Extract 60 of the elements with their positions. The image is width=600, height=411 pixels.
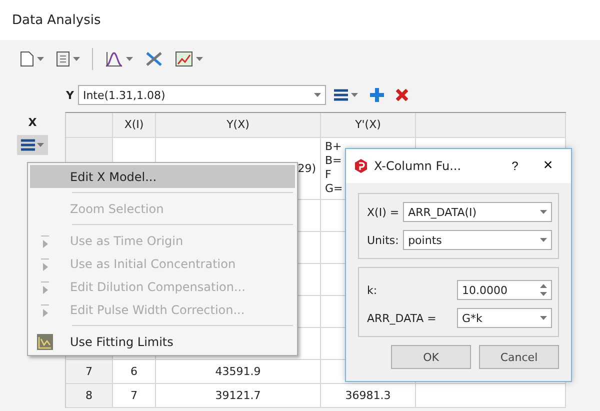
number-field[interactable]: 10.0000 (457, 280, 552, 300)
curve-icon (105, 51, 123, 67)
chart-icon (175, 51, 193, 67)
table-cell: 6 (113, 360, 156, 384)
caret-icon (37, 143, 44, 147)
dialog-button[interactable]: OK (391, 345, 471, 369)
row-header: 7 (66, 360, 113, 384)
table-cell-text: 36981.3 (345, 388, 391, 402)
table-cell-text: F (325, 168, 332, 182)
help-button[interactable]: ? (503, 158, 527, 174)
table-cell: 39121.7 (156, 384, 321, 408)
menu-icon (21, 139, 35, 151)
arrow-icon (40, 256, 50, 270)
field-label: k: (367, 284, 378, 296)
document-icon (56, 51, 70, 67)
spinner-icon (540, 284, 547, 296)
tools-icon (145, 51, 163, 67)
x-label: X (28, 116, 37, 129)
dropdown-field[interactable]: G*k (457, 308, 552, 328)
table-cell: 7 (113, 384, 156, 408)
close-icon (396, 89, 408, 101)
caret-icon (350, 93, 358, 97)
dialog-button[interactable]: Cancel (479, 345, 559, 369)
y-label: Y (66, 88, 74, 102)
x-menu-button[interactable] (17, 135, 48, 155)
dropdown-field[interactable]: ARR_DATA(I) (403, 202, 552, 222)
app-logo-icon (354, 159, 368, 173)
caret-icon (540, 210, 547, 214)
new-page-icon (20, 51, 34, 67)
caret-icon (540, 316, 547, 320)
y-select[interactable]: Inte(1.31,1.08) (78, 85, 326, 105)
dropdown-field[interactable]: points (403, 230, 552, 250)
arrow-icon (40, 234, 50, 248)
caret-icon (73, 57, 80, 61)
menu-item[interactable]: Use Fitting Limits (30, 330, 295, 353)
window-title: Data Analysis (12, 12, 101, 28)
chart-icon (37, 334, 53, 350)
menu-item[interactable]: Edit X Model... (30, 165, 295, 188)
row-header: 8 (66, 384, 113, 408)
table-cell-text: B+ (325, 140, 342, 154)
plus-icon (370, 88, 384, 102)
caret-icon (540, 238, 547, 242)
arrow-icon (40, 280, 50, 294)
caret-icon (126, 57, 133, 61)
field-label: ARR_DATA = (367, 312, 438, 324)
close-button[interactable]: × (533, 156, 563, 176)
table-cell-text: B= (325, 154, 342, 168)
column-header: Y'(X) (321, 113, 416, 138)
table-cell: 43591.9 (156, 360, 321, 384)
field-label: Units: (367, 234, 400, 246)
caret-icon (37, 57, 44, 61)
caret-icon (196, 57, 203, 61)
dialog-title: X-Column Fu... (374, 159, 462, 173)
arrow-icon (40, 302, 50, 316)
field-label: X(I) = (367, 206, 400, 218)
caret-icon (314, 93, 321, 97)
column-header: X(I) (113, 113, 156, 138)
table-cell-text: G= (325, 182, 343, 196)
menu-icon (334, 89, 348, 101)
column-header: Y(X) (156, 113, 321, 138)
